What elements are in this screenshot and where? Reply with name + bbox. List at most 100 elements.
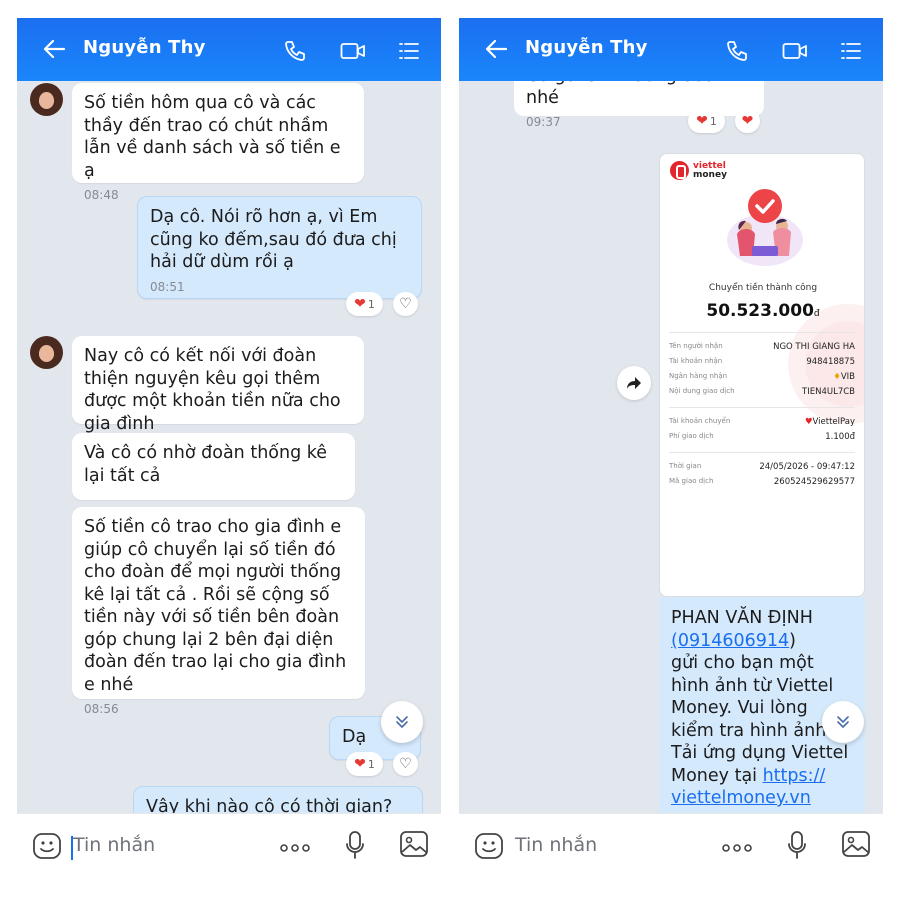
chat-header: Nguyễn Thy xyxy=(459,18,883,81)
video-call-icon[interactable] xyxy=(340,39,366,63)
reaction-count: 1 xyxy=(709,114,717,128)
contact-name[interactable]: Nguyễn Thy xyxy=(525,37,648,58)
receipt-row: Ngân hàng nhận ♦VIB xyxy=(669,372,855,382)
message-text: Cô gửi stk trưởng đoàn nhé xyxy=(526,81,726,108)
phone-link[interactable]: (0914606914 xyxy=(671,631,789,651)
double-chevron-down-icon xyxy=(396,716,408,728)
row-label: Thời gian xyxy=(669,462,702,470)
back-arrow-icon[interactable] xyxy=(43,39,65,59)
message-text: Số tiền cô trao cho gia đình e giúp cô c… xyxy=(84,517,347,695)
message-input-bar: Tin nhắn xyxy=(459,813,883,894)
message-text: Số tiền hôm qua cô và các thầy đến trao … xyxy=(84,93,341,181)
message-bubble[interactable]: Và cô có nhờ đoàn thống kê lại tất cả xyxy=(72,433,355,500)
left-chat-screen: Nguyễn Thy Số tiền hôm qua cô và các thầ… xyxy=(17,18,441,894)
emoji-icon[interactable] xyxy=(32,831,62,861)
sender-name: PHAN VĂN ĐỊNH xyxy=(671,608,813,628)
row-value: TIEN4UL7CB xyxy=(802,387,855,397)
row-label: Tài khoản chuyển xyxy=(669,417,731,425)
image-gallery-icon[interactable] xyxy=(841,830,871,858)
my-message-bubble[interactable]: Dạ cô. Nói rõ hơn ạ, vì Em cũng ko đếm,s… xyxy=(137,196,422,299)
heart-icon: ❤ xyxy=(696,113,708,129)
menu-list-icon[interactable] xyxy=(397,39,421,63)
share-button[interactable] xyxy=(617,366,651,400)
emoji-icon[interactable] xyxy=(474,831,504,861)
divider xyxy=(669,332,855,333)
success-illustration-icon xyxy=(727,189,803,266)
message-bubble[interactable]: Số tiền cô trao cho gia đình e giúp cô c… xyxy=(72,507,365,716)
message-time: 08:56 xyxy=(84,702,119,716)
amount-currency: đ xyxy=(813,309,820,319)
contact-name[interactable]: Nguyễn Thy xyxy=(83,37,206,58)
phone-close: ) xyxy=(789,630,796,651)
message-list[interactable]: Số tiền hôm qua cô và các thầy đến trao … xyxy=(17,81,441,813)
message-input[interactable]: Tin nhắn xyxy=(515,834,597,856)
reaction-count: 1 xyxy=(367,297,375,311)
row-value: ♦VIB xyxy=(833,372,855,382)
menu-list-icon[interactable] xyxy=(839,39,863,63)
add-reaction-button[interactable]: ♡ xyxy=(393,292,418,316)
my-message-bubble[interactable]: Vậy khi nào cô có thời gian? để xyxy=(133,786,423,813)
image-gallery-icon[interactable] xyxy=(399,830,429,858)
message-bubble[interactable]: Nay cô có kết nối với đoàn thiện nguyện … xyxy=(72,336,364,434)
message-text: Nay cô có kết nối với đoàn thiện nguyện … xyxy=(84,346,341,434)
viettelpay-icon: ♥ xyxy=(804,417,813,427)
double-chevron-down-icon xyxy=(837,716,849,728)
message-bubble[interactable]: Số tiền hôm qua cô và các thầy đến trao … xyxy=(72,83,364,202)
right-chat-screen: Nguyễn Thy Cô gửi stk trưởng đoàn nhé 09… xyxy=(459,18,883,894)
heart-icon: ❤ xyxy=(354,756,366,772)
more-options-icon[interactable] xyxy=(279,844,311,852)
source-account: ViettelPay xyxy=(812,417,855,427)
scroll-down-button[interactable] xyxy=(381,701,423,743)
receipt-row: Mã giao dịch 260524529629577 xyxy=(669,477,855,487)
receipt-row: Tài khoản chuyển ♥ViettelPay xyxy=(669,417,855,427)
row-label: Mã giao dịch xyxy=(669,477,714,485)
chat-header: Nguyễn Thy xyxy=(17,18,441,81)
reaction-count: 1 xyxy=(367,757,375,771)
reaction-badge[interactable]: ❤ 1 xyxy=(346,292,383,316)
app-link-domain[interactable]: viettelmoney.vn xyxy=(671,788,811,808)
divider xyxy=(669,452,855,453)
message-input-bar: Tin nhắn xyxy=(17,813,441,894)
message-input[interactable]: Tin nhắn xyxy=(73,834,155,856)
phone-icon[interactable] xyxy=(283,39,307,63)
message-text: Dạ xyxy=(342,727,367,747)
contact-avatar[interactable] xyxy=(30,336,63,369)
heart-outline-icon: ♡ xyxy=(399,296,412,312)
transfer-receipt-image[interactable]: viettel money Chuyển tiền thành công 50.5… xyxy=(659,153,865,597)
row-label: Phí giao dịch xyxy=(669,432,714,440)
receipt-row: Tên người nhận NGO THI GIANG HA xyxy=(669,342,855,352)
transfer-amount: 50.523.000đ xyxy=(660,301,864,321)
bank-name: VIB xyxy=(840,372,855,382)
transfer-status: Chuyển tiền thành công xyxy=(708,283,818,293)
row-label: Tài khoản nhận xyxy=(669,357,723,365)
reaction-badge[interactable]: ❤ 1 xyxy=(688,109,725,133)
message-list[interactable]: Cô gửi stk trưởng đoàn nhé 09:37 ❤1 ❤ vi… xyxy=(459,81,883,813)
microphone-icon[interactable] xyxy=(787,830,807,860)
row-value: 948418875 xyxy=(806,357,855,367)
my-reaction[interactable]: ❤ xyxy=(735,109,760,133)
microphone-icon[interactable] xyxy=(345,830,365,860)
message-text: Vậy khi nào cô có thời gian? để xyxy=(146,797,393,813)
back-arrow-icon[interactable] xyxy=(485,39,507,59)
video-call-icon[interactable] xyxy=(782,39,808,63)
row-value: NGO THI GIANG HA xyxy=(773,342,855,352)
receipt-row: Nội dung giao dịch TIEN4UL7CB xyxy=(669,387,855,397)
forward-arrow-icon xyxy=(627,377,641,389)
heart-icon: ❤ xyxy=(354,296,366,312)
message-bubble[interactable]: Cô gửi stk trưởng đoàn nhé 09:37 xyxy=(514,81,764,129)
message-text: Dạ cô. Nói rõ hơn ạ, vì Em cũng ko đếm,s… xyxy=(150,207,397,272)
app-link[interactable]: https:// xyxy=(763,766,826,786)
reaction-badge[interactable]: ❤ 1 xyxy=(346,752,383,776)
heart-outline-icon: ♡ xyxy=(399,756,412,772)
add-reaction-button[interactable]: ♡ xyxy=(393,752,418,776)
receipt-row: Phí giao dịch 1.100đ xyxy=(669,432,855,442)
brand-line-2: money xyxy=(693,169,727,180)
receipt-row: Thời gian 24/05/2026 - 09:47:12 xyxy=(669,462,855,472)
contact-avatar[interactable] xyxy=(30,83,63,116)
viettel-logo-icon xyxy=(670,161,689,180)
scroll-down-button[interactable] xyxy=(822,701,864,743)
more-options-icon[interactable] xyxy=(721,844,753,852)
row-value: 1.100đ xyxy=(825,432,855,442)
phone-icon[interactable] xyxy=(725,39,749,63)
row-label: Nội dung giao dịch xyxy=(669,387,735,395)
